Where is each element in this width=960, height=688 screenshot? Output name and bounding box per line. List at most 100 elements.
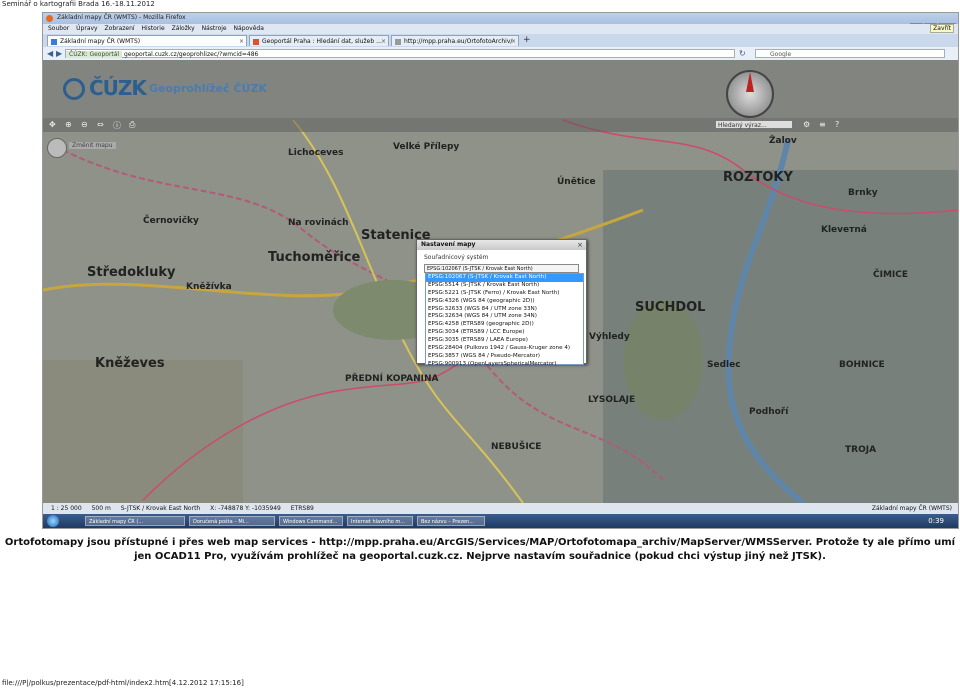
map-label: PŘEDNÍ KOPANINA	[345, 374, 439, 384]
measure-tool-icon[interactable]: ⇔	[97, 120, 104, 129]
tab-geoportal-praha[interactable]: Geoportál Praha : Hledání dat, služeb ..…	[249, 35, 389, 46]
start-button-icon[interactable]	[47, 515, 59, 527]
dialog-close-button[interactable]: ×	[577, 240, 583, 250]
taskbar-item-powerpoint[interactable]: Bez názvu – Prezen...	[417, 516, 485, 526]
menu-nastroje[interactable]: Nástroje	[202, 24, 227, 34]
tab-ortofoto-archiv[interactable]: http://mpp.praha.eu/OrtofotoArchiv/ ×	[391, 35, 519, 46]
taskbar-item-firefox[interactable]: Základní mapy ČR (...	[85, 516, 185, 526]
scale-value: 1 : 25 000	[51, 505, 82, 512]
window-titlebar: Základní mapy ČR (WMTS) - Mozilla Firefo…	[43, 13, 958, 33]
firefox-icon	[46, 15, 53, 22]
search-engine-box[interactable]: Google	[755, 49, 945, 58]
print-header: Seminář o kartografii Brada 16.-18.11.20…	[2, 0, 155, 8]
windows-taskbar: Základní mapy ČR (... Doručená pošta – M…	[43, 514, 958, 528]
map-status-bar: 1 : 25 000 500 m S-JTSK / Krovak East No…	[43, 503, 958, 514]
crs-name: S-JTSK / Krovak East North	[120, 505, 201, 512]
crs-option[interactable]: EPSG:900913 (OpenLayersSphericalMercator…	[426, 361, 583, 369]
tab-favicon	[51, 39, 57, 45]
taskbar-item-cmd[interactable]: Windows Command...	[279, 516, 343, 526]
crs-option[interactable]: EPSG:102067 (S-JTSK / Krovak East North)	[426, 274, 583, 282]
print-tool-icon[interactable]: ⎙	[129, 120, 135, 130]
crs-option[interactable]: EPSG:28404 (Pulkovo 1942 / Gauss-Kruger …	[426, 345, 583, 353]
info-tool-icon[interactable]: ⓘ	[113, 120, 121, 131]
close-tab-icon[interactable]: ×	[511, 36, 516, 46]
crs-option[interactable]: EPSG:3034 (ETRS89 / LCC Europe)	[426, 329, 583, 337]
new-tab-button[interactable]: +	[523, 35, 531, 46]
crs-option[interactable]: EPSG:32633 (WGS 84 / UTM zone 33N)	[426, 306, 583, 314]
map-label: Lichoceves	[288, 148, 344, 158]
map-label: Středokluky	[87, 265, 176, 280]
close-tab-icon[interactable]: ×	[239, 36, 244, 46]
menu-napoveda[interactable]: Nápověda	[234, 24, 264, 34]
close-tooltip: Zavřít	[930, 24, 954, 33]
tab-label: Základní mapy ČR (WMTS)	[60, 38, 141, 45]
tab-label: Geoportál Praha : Hledání dat, služeb ..…	[262, 38, 382, 45]
map-label: Brnky	[848, 188, 878, 198]
reload-icon[interactable]: ↻	[739, 49, 746, 58]
map-label: NEBUŠICE	[491, 442, 542, 452]
menu-historie[interactable]: Historie	[142, 24, 165, 34]
crs-options-list[interactable]: EPSG:102067 (S-JTSK / Krovak East North)…	[425, 273, 584, 367]
window-title: Základní mapy ČR (WMTS) - Mozilla Firefo…	[57, 14, 186, 21]
active-layer-label: Základní mapy ČR (WMTS)	[871, 505, 952, 512]
crs-label: Souřadnicový systém	[424, 254, 489, 261]
layers-icon[interactable]: ≡	[819, 120, 826, 129]
pan-tool-icon[interactable]: ✥	[49, 120, 56, 129]
map-label: Výhledy	[589, 332, 630, 342]
back-arrow-icon[interactable]: ◀	[47, 49, 53, 58]
crs-option[interactable]: EPSG:3035 (ETRS89 / LAEA Europe)	[426, 337, 583, 345]
pan-control-icon[interactable]	[47, 138, 67, 158]
map-label: BOHNICE	[839, 360, 885, 370]
zoom-in-tool-icon[interactable]: ⊕	[65, 120, 72, 129]
map-settings-dialog: Nastavení mapy × Souřadnicový systém EPS…	[416, 239, 587, 367]
change-map-button[interactable]: Změnit mapu	[69, 142, 116, 149]
menu-zobrazeni[interactable]: Zobrazení	[105, 24, 135, 34]
site-identity[interactable]: ČÚZK: Geoportál	[66, 51, 123, 58]
taskbar-item-mail[interactable]: Doručená pošta – Mi...	[189, 516, 275, 526]
slide-caption: Ortofotomapy jsou přístupné i přes web m…	[4, 537, 956, 562]
crs-option[interactable]: EPSG:32634 (WGS 84 / UTM zone 34N)	[426, 313, 583, 321]
cuzk-logo-icon	[63, 78, 85, 100]
menu-bar: Soubor Úpravy Zobrazení Historie Záložky…	[43, 24, 958, 34]
close-tab-icon[interactable]: ×	[381, 36, 386, 46]
map-label: Sedlec	[707, 360, 741, 370]
tab-bar: Základní mapy ČR (WMTS) × Geoportál Prah…	[43, 34, 958, 47]
cursor-coordinates: X: -748878 Y: -1035949	[210, 505, 281, 512]
menu-upravy[interactable]: Úpravy	[76, 24, 97, 34]
map-label: SUCHDOL	[635, 300, 706, 315]
tab-zakladni-mapy[interactable]: Základní mapy ČR (WMTS) ×	[47, 35, 247, 46]
crs-option[interactable]: EPSG:4326 (WGS 84 (geographic 2D))	[426, 298, 583, 306]
print-footer: file:///P|/polkus/prezentace/pdf-html/in…	[2, 679, 244, 687]
menu-soubor[interactable]: Soubor	[48, 24, 69, 34]
map-label: Podhoří	[749, 407, 789, 417]
compass-needle	[746, 72, 754, 92]
map-label: Kněževes	[95, 356, 165, 371]
crs-option[interactable]: EPSG:4258 (ETRS89 (geographic 2D))	[426, 321, 583, 329]
help-icon[interactable]: ?	[835, 120, 839, 129]
navigation-bar: ◀ ▶ ČÚZK: Geoportál geoportal.cuzk.cz/ge…	[43, 47, 958, 61]
compass-icon[interactable]	[726, 70, 774, 118]
forward-arrow-icon[interactable]: ▶	[56, 49, 62, 58]
settings-icon[interactable]: ⚙	[803, 120, 810, 129]
map-label: Kleveтná	[821, 225, 867, 235]
map-label: Žalov	[769, 136, 797, 146]
scalebar-label: 500 m	[91, 505, 111, 512]
map-label: Na rovinách	[288, 218, 349, 228]
map-label: ČIMICE	[873, 270, 909, 280]
geoportal-header: ČÚZK Geoprohlížeč ČÚZK	[43, 60, 958, 118]
crs-option[interactable]: EPSG:5221 (S-JTSK (Ferro) / Krovak East …	[426, 290, 583, 298]
map-search-input[interactable]: Hledaný výraz...	[715, 120, 793, 129]
tab-favicon	[395, 39, 401, 45]
map-label: ROZTOKY	[723, 170, 793, 185]
taskbar-item-explorer[interactable]: Internet hlavního m...	[347, 516, 413, 526]
crs-option[interactable]: EPSG:3857 (WGS 84 / Pseudo-Mercator)	[426, 353, 583, 361]
map-view[interactable]: ČÚZK Geoprohlížeč ČÚZK ✥ ⊕ ⊖ ⇔ ⓘ ⎙ Hleda…	[43, 60, 958, 503]
crs-select[interactable]: EPSG:102067 (S-JTSK / Krovak East North)	[424, 264, 579, 273]
taskbar-clock: 0:39	[928, 517, 944, 525]
zoom-out-tool-icon[interactable]: ⊖	[81, 120, 88, 129]
url-bar[interactable]: ČÚZK: Geoportál geoportal.cuzk.cz/geopro…	[65, 49, 735, 58]
url-text: geoportal.cuzk.cz/geoprohlizec/?wmcid=48…	[124, 51, 259, 58]
crs-option[interactable]: EPSG:5514 (S-JTSK / Krovak East North)	[426, 282, 583, 290]
menu-zalozky[interactable]: Záložky	[172, 24, 195, 34]
cuzk-logo: ČÚZK	[89, 76, 147, 100]
